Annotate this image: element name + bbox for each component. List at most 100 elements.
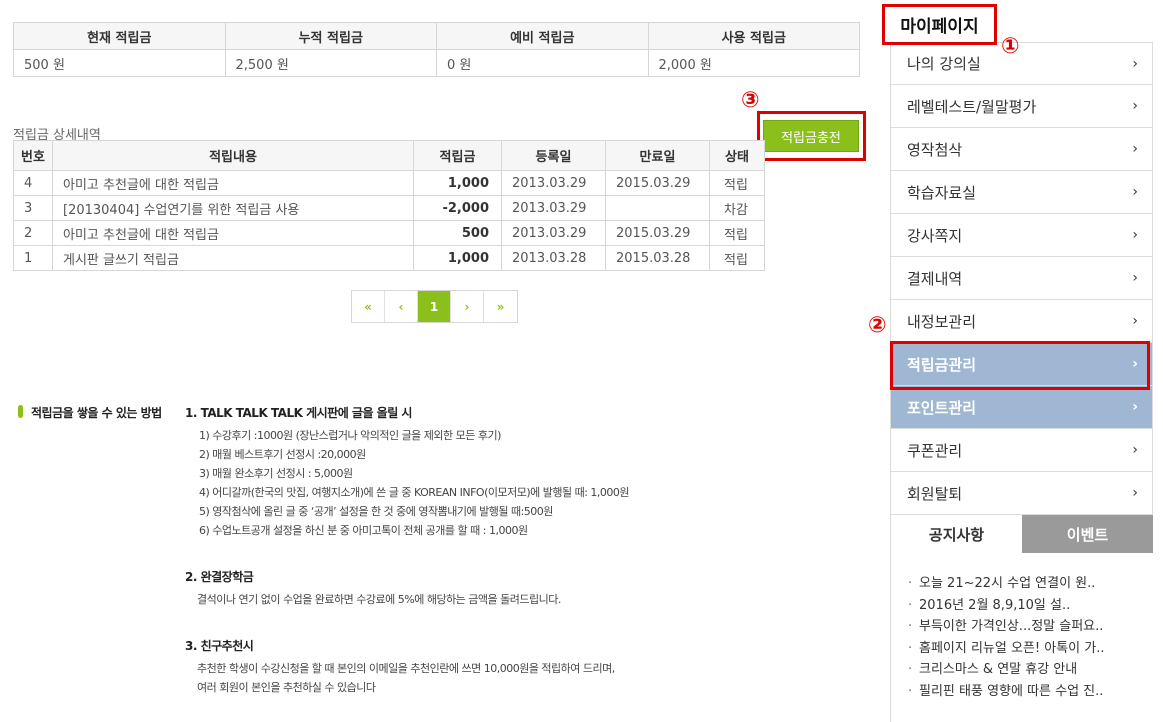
header-used-balance: 사용 적립금 [647,22,860,50]
row-content: 아미고 추천글에 대한 적립금 [52,220,414,246]
value-used-balance: 2,000 원 [647,49,860,77]
header-content: 적립내용 [52,140,414,171]
bullet-icon: · [908,597,913,613]
tab-events[interactable]: 이벤트 [1022,515,1153,553]
annotation-1: ① [1001,34,1020,59]
row-no: 1 [13,245,53,271]
mypage-menu: 나의 강의실 › 레벨테스트/월말평가 › 영작첨삭 › 학습자료실 › 강사쪽지 › 결… [890,42,1153,515]
page-1-button[interactable]: 1 [418,291,451,322]
value-accumulated-balance: 2,500 원 [224,49,437,77]
info-sec1-line: 1) 수강후기 :1000원 (장난스럽거나 악의적인 글을 제외한 모든 후기… [199,429,501,442]
sidebar-item-teacher-notes[interactable]: 강사쪽지 › [890,214,1153,257]
sidebar-item-label: 강사쪽지 [907,226,963,245]
sidebar-item-study-materials[interactable]: 학습자료실 › [890,171,1153,214]
row-reg-date: 2013.03.29 [501,220,606,246]
info-bullet-icon [18,405,23,418]
row-amount: 500 [413,220,502,246]
info-sec1-line: 2) 매월 베스트후기 선정시 :20,000원 [199,448,366,461]
row-amount: -2,000 [413,195,502,221]
chevron-right-icon: › [1132,227,1138,243]
list-item[interactable]: · 필리핀 태풍 영향에 따른 수업 진.. [891,681,1153,703]
info-body: 1. TALK TALK TALK 게시판에 글을 올릴 시 1) 수강후기 :… [185,404,630,697]
sidebar-item-my-info[interactable]: 내정보관리 › [890,300,1153,343]
tab-notices[interactable]: 공지사항 [890,515,1022,553]
sidebar-item-my-classroom[interactable]: 나의 강의실 › [890,42,1153,85]
notice-title: 홈페이지 리뉴얼 오픈! 아톡이 가.. [919,640,1105,656]
header-current-balance: 현재 적립금 [13,22,226,50]
sidebar-item-withdraw[interactable]: 회원탈퇴 › [890,472,1153,515]
row-content: [20130404] 수업연기를 위한 적립금 사용 [52,195,414,221]
row-exp-date [605,195,710,221]
chevron-right-icon: › [1132,485,1138,501]
sidebar-item-label: 내정보관리 [907,312,977,331]
sidebar-item-points-management[interactable]: 적립금관리 › [890,343,1153,386]
list-item[interactable]: · 크리스마스 & 연말 휴강 안내 [891,659,1153,681]
sidebar-item-level-test[interactable]: 레벨테스트/월말평가 › [890,85,1153,128]
chevron-right-icon: › [1132,399,1138,415]
sidebar-item-label: 나의 강의실 [907,55,981,73]
sidebar-item-label: 회원탈퇴 [907,484,963,503]
bullet-icon: · [908,683,913,699]
table-row: 2 아미고 추천글에 대한 적립금 500 2013.03.29 2015.03… [13,220,765,246]
detail-table: 번호 적립내용 적립금 등록일 만료일 상태 4 아미고 추천글에 대한 적립금… [13,140,765,271]
notice-title: 필리핀 태풍 영향에 따른 수업 진.. [919,683,1104,699]
header-reserve-balance: 예비 적립금 [436,22,649,50]
bullet-icon: · [908,662,913,677]
row-reg-date: 2013.03.28 [501,245,606,271]
row-reg-date: 2013.03.29 [501,195,606,221]
sidebar-item-payments[interactable]: 결제내역 › [890,257,1153,300]
info-sec1-line: 5) 영작첨삭에 올린 글 중 ‘공개’ 설정을 한 것 중에 영작뽐내기에 발… [199,505,553,518]
sidebar-item-label: 영작첨삭 [907,140,963,159]
header-amount: 적립금 [413,140,502,171]
bullet-icon: · [908,576,913,591]
sidebar-item-point-management[interactable]: 포인트관리 › [890,386,1153,429]
info-sec3-title: 3. 친구추천시 [185,639,254,653]
header-reg-date: 등록일 [501,140,606,171]
info-sec1-line: 4) 어디갈까(한국의 맛집, 여행지소개)에 쓴 글 중 KOREAN INF… [199,486,630,499]
sidebar-item-coupons[interactable]: 쿠폰관리 › [890,429,1153,472]
bullet-icon: · [908,640,913,656]
row-reg-date: 2013.03.29 [501,170,606,196]
chevron-right-icon: › [1132,55,1138,72]
notice-title: 크리스마스 & 연말 휴강 안내 [919,662,1078,677]
row-amount: 1,000 [413,245,502,271]
info-heading: 적립금을 쌓을 수 있는 방법 [31,406,162,420]
annotation-3: ③ [741,88,760,113]
list-item[interactable]: · 2016년 2월 8,9,10일 설.. [891,595,1153,617]
prev-page-icon[interactable]: ‹ [385,291,418,322]
info-sec1-title: 1. TALK TALK TALK 게시판에 글을 올릴 시 [185,406,412,420]
header-no: 번호 [13,140,53,171]
next-page-icon[interactable]: › [451,291,484,322]
header-accumulated-balance: 누적 적립금 [224,22,437,50]
row-no: 4 [13,170,53,196]
sidebar-item-label: 레벨테스트/월말평가 [907,97,1037,116]
sidebar-item-label: 결제내역 [907,269,963,288]
summary-value-row: 500 원 2,500 원 0 원 2,000 원 [13,49,860,77]
detail-header-row: 번호 적립내용 적립금 등록일 만료일 상태 [13,140,765,171]
header-exp-date: 만료일 [605,140,710,171]
list-item[interactable]: · 부득이한 가격인상...정말 슬퍼요.. [891,616,1153,638]
first-page-icon[interactable]: « [352,291,385,322]
row-exp-date: 2015.03.28 [605,245,710,271]
board-tabs: 공지사항 이벤트 [890,515,1153,553]
notice-title: 부득이한 가격인상...정말 슬퍼요.. [919,619,1104,634]
row-status: 적립 [709,170,765,196]
chevron-right-icon: › [1132,356,1138,372]
table-row: 3 [20130404] 수업연기를 위한 적립금 사용 -2,000 2013… [13,195,765,221]
sidebar-item-label: 쿠폰관리 [907,441,963,460]
table-row: 1 게시판 글쓰기 적립금 1,000 2013.03.28 2015.03.2… [13,245,765,271]
notice-title: 오늘 21~22시 수업 연결이 원.. [919,576,1096,591]
chevron-right-icon: › [1132,184,1138,200]
table-row: 4 아미고 추천글에 대한 적립금 1,000 2013.03.29 2015.… [13,170,765,196]
row-status: 적립 [709,220,765,246]
chevron-right-icon: › [1132,98,1138,114]
last-page-icon[interactable]: » [484,291,517,322]
info-sec3-line: 여러 회원이 본인을 추천하실 수 있습니다 [197,681,376,694]
info-sec1-line: 6) 수업노트공개 설정을 하신 분 중 아미고톡이 전체 공개를 할 때 : … [199,524,528,537]
list-item[interactable]: · 홈페이지 리뉴얼 오픈! 아톡이 가.. [891,638,1153,660]
list-item[interactable]: · 오늘 21~22시 수업 연결이 원.. [891,573,1153,595]
info-sec3-line: 추천한 학생이 수강신청을 할 때 본인의 이메일을 추천인란에 쓰면 10,0… [197,662,615,675]
notice-list: · 오늘 21~22시 수업 연결이 원.. · 2016년 2월 8,9,10일 … [890,553,1153,722]
row-content: 게시판 글쓰기 적립금 [52,245,414,271]
sidebar-item-writing-correction[interactable]: 영작첨삭 › [890,128,1153,171]
